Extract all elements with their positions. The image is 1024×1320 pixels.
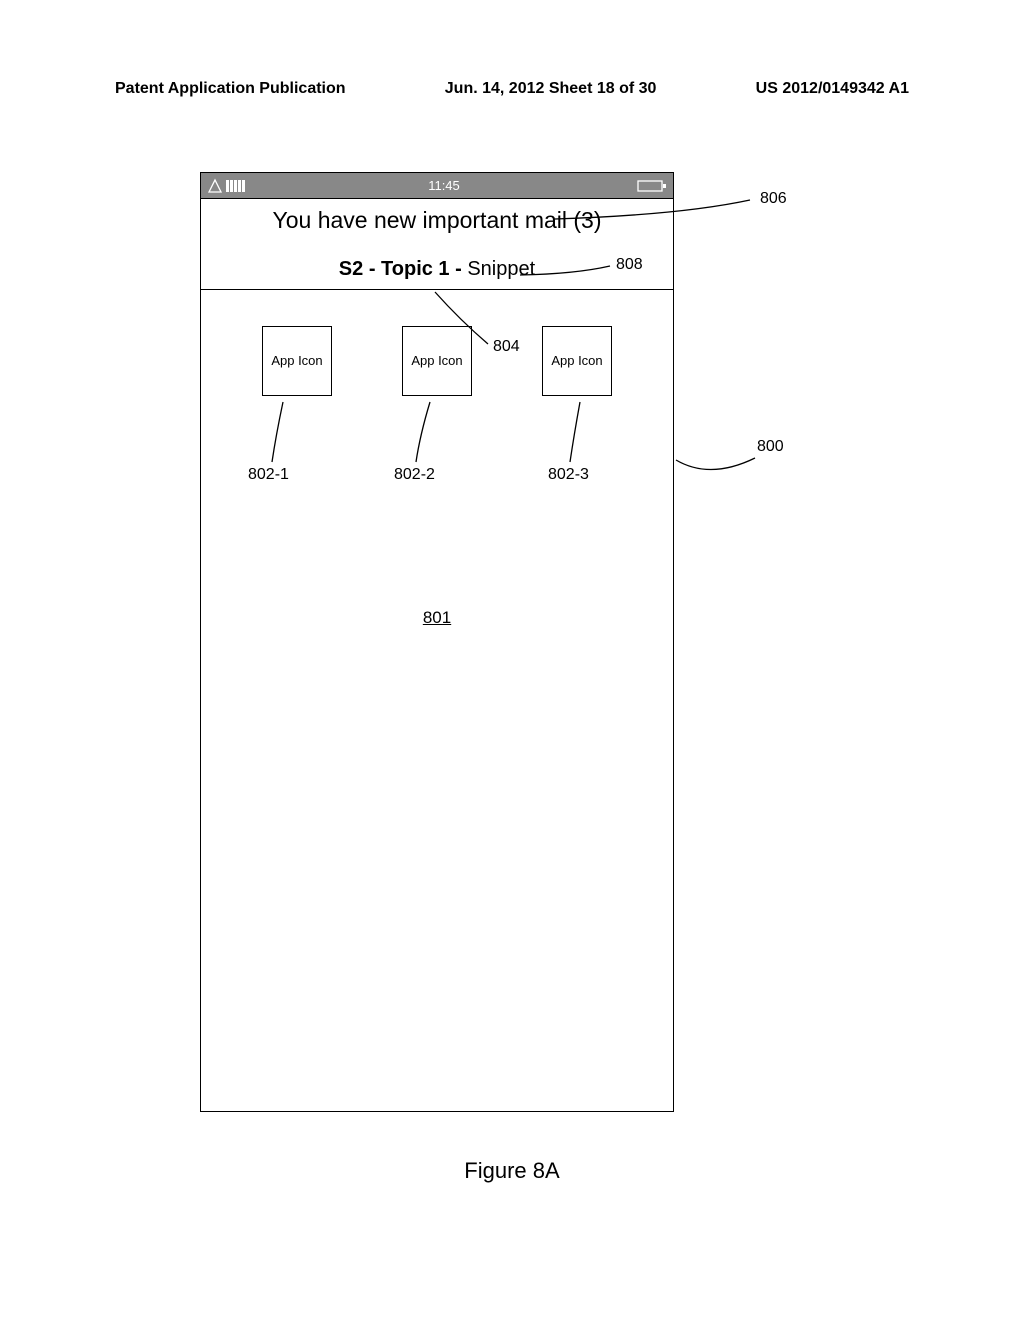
signal-bars-icon (225, 178, 251, 194)
figure-caption: Figure 8A (0, 1158, 1024, 1184)
app-icon-2[interactable]: App Icon (402, 326, 472, 396)
ref-804: 804 (493, 338, 520, 356)
notification-banner[interactable]: You have new important mail (3) S2 - Top… (201, 199, 673, 290)
header-right: US 2012/0149342 A1 (756, 80, 909, 98)
header-center: Jun. 14, 2012 Sheet 18 of 30 (445, 80, 657, 98)
ref-802-2: 802-2 (394, 466, 435, 484)
notification-snippet: S2 - Topic 1 - Snippet (209, 258, 665, 281)
ref-802-3: 802-3 (548, 466, 589, 484)
ref-806: 806 (760, 190, 787, 208)
ref-800: 800 (757, 438, 784, 456)
notification-title: You have new important mail (3) (209, 207, 665, 234)
header-left: Patent Application Publication (115, 80, 346, 98)
device-frame: 11:45 You have new important mail (3) S2… (200, 172, 674, 1112)
app-icon-3[interactable]: App Icon (542, 326, 612, 396)
ref-808: 808 (616, 256, 643, 274)
snippet-bold: S2 - Topic 1 - (339, 258, 468, 280)
app-icon-label: App Icon (271, 354, 322, 369)
status-left (207, 178, 251, 194)
touchscreen-ref-801: 801 (423, 608, 451, 628)
signal-triangle-icon (207, 178, 223, 194)
app-icon-label: App Icon (411, 354, 462, 369)
ref-802-1: 802-1 (248, 466, 289, 484)
status-time: 11:45 (428, 178, 460, 193)
page-header: Patent Application Publication Jun. 14, … (0, 80, 1024, 98)
app-icons-row: App Icon App Icon App Icon (201, 290, 673, 396)
app-icon-1[interactable]: App Icon (262, 326, 332, 396)
snippet-rest: Snippet (467, 258, 535, 280)
status-bar: 11:45 (201, 173, 673, 199)
battery-icon (637, 179, 667, 193)
app-icon-label: App Icon (551, 354, 602, 369)
